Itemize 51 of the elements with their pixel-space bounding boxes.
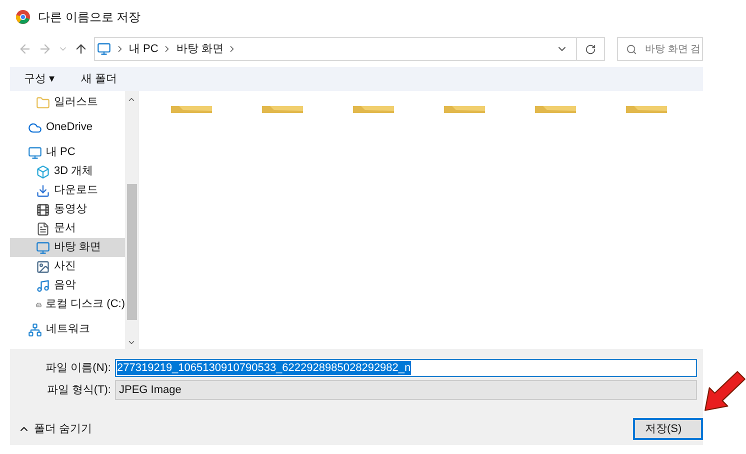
- hide-folders-button[interactable]: 폴더 숨기기: [18, 420, 92, 438]
- monitor-icon: [28, 146, 42, 160]
- search-icon: [626, 44, 637, 54]
- scroll-down-icon[interactable]: [127, 338, 136, 347]
- scrollbar[interactable]: [125, 91, 138, 349]
- network-icon: [28, 322, 42, 336]
- sidebar-item[interactable]: 3D 개체: [10, 162, 125, 181]
- folder-icon: [36, 96, 50, 110]
- up-icon[interactable]: [74, 42, 88, 56]
- folder-icon: [262, 106, 303, 113]
- folder-icon: [353, 106, 394, 113]
- monitor-icon: [97, 42, 111, 56]
- sidebar-item[interactable]: 일러스트: [10, 93, 125, 112]
- music-note-icon: [36, 278, 50, 292]
- sidebar-item[interactable]: 네트워크: [10, 320, 125, 339]
- browser-logo-icon: [16, 10, 30, 24]
- sidebar-item[interactable]: 내 PC: [10, 143, 125, 162]
- file-type-label: 파일 형식(T):: [46, 382, 112, 398]
- file-type-dropdown[interactable]: JPEG Image: [115, 380, 697, 400]
- search-field[interactable]: 바탕 화면 검: [617, 37, 703, 61]
- sidebar-item[interactable]: 사진: [10, 257, 125, 276]
- image-icon: [36, 260, 50, 274]
- document-icon: [36, 222, 50, 236]
- organize-menu[interactable]: 구성 ▾: [24, 70, 56, 88]
- sidebar-item[interactable]: OneDrive: [10, 118, 125, 137]
- sidebar-item[interactable]: 바탕 화면: [10, 238, 125, 257]
- address-bar[interactable]: 내 PC 바탕 화면: [94, 37, 605, 61]
- sidebar-item[interactable]: 음악: [10, 276, 125, 295]
- sidebar-item[interactable]: 다운로드: [10, 181, 125, 200]
- cube-icon: [36, 164, 50, 178]
- file-name-label: 파일 이름(N):: [44, 360, 112, 376]
- sidebar-item[interactable]: 문서: [10, 219, 125, 238]
- download-icon: [36, 184, 50, 198]
- folder-icon: [171, 106, 212, 113]
- cloud-icon: [28, 120, 42, 134]
- refresh-icon[interactable]: [585, 44, 596, 54]
- breadcrumb[interactable]: 내 PC: [129, 40, 158, 58]
- scroll-up-icon[interactable]: [127, 95, 136, 104]
- folder-icon: [535, 106, 576, 113]
- breadcrumb[interactable]: 바탕 화면: [176, 40, 224, 58]
- save-button[interactable]: 저장(S): [633, 418, 703, 440]
- file-name-field[interactable]: 277319219_1065130910790533_6222928985028292982_n: [115, 359, 697, 377]
- folder-icon: [444, 106, 485, 113]
- sidebar-item[interactable]: 동영상: [10, 200, 125, 219]
- film-icon: [36, 202, 50, 216]
- window-title: 다른 이름으로 저장: [38, 9, 141, 26]
- folder-icon: [626, 106, 667, 113]
- sidebar-item[interactable]: 로컬 디스크 (C:): [10, 295, 125, 314]
- new-folder-button[interactable]: 새 폴더: [81, 70, 118, 88]
- search-input[interactable]: 바탕 화면 검: [645, 42, 702, 56]
- monitor-icon: [36, 240, 50, 254]
